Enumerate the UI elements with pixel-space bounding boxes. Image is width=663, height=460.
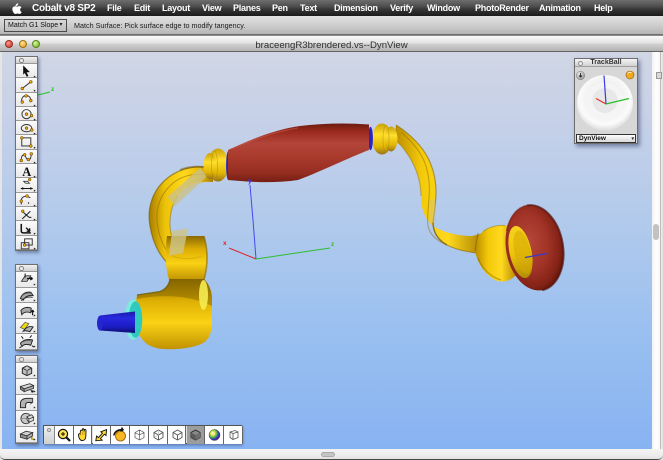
svg-text:A: A — [22, 165, 31, 178]
svg-text:y: y — [248, 178, 252, 185]
svg-text:z: z — [51, 86, 55, 93]
svg-text:z: z — [331, 241, 335, 248]
svg-text:x: x — [223, 240, 227, 247]
